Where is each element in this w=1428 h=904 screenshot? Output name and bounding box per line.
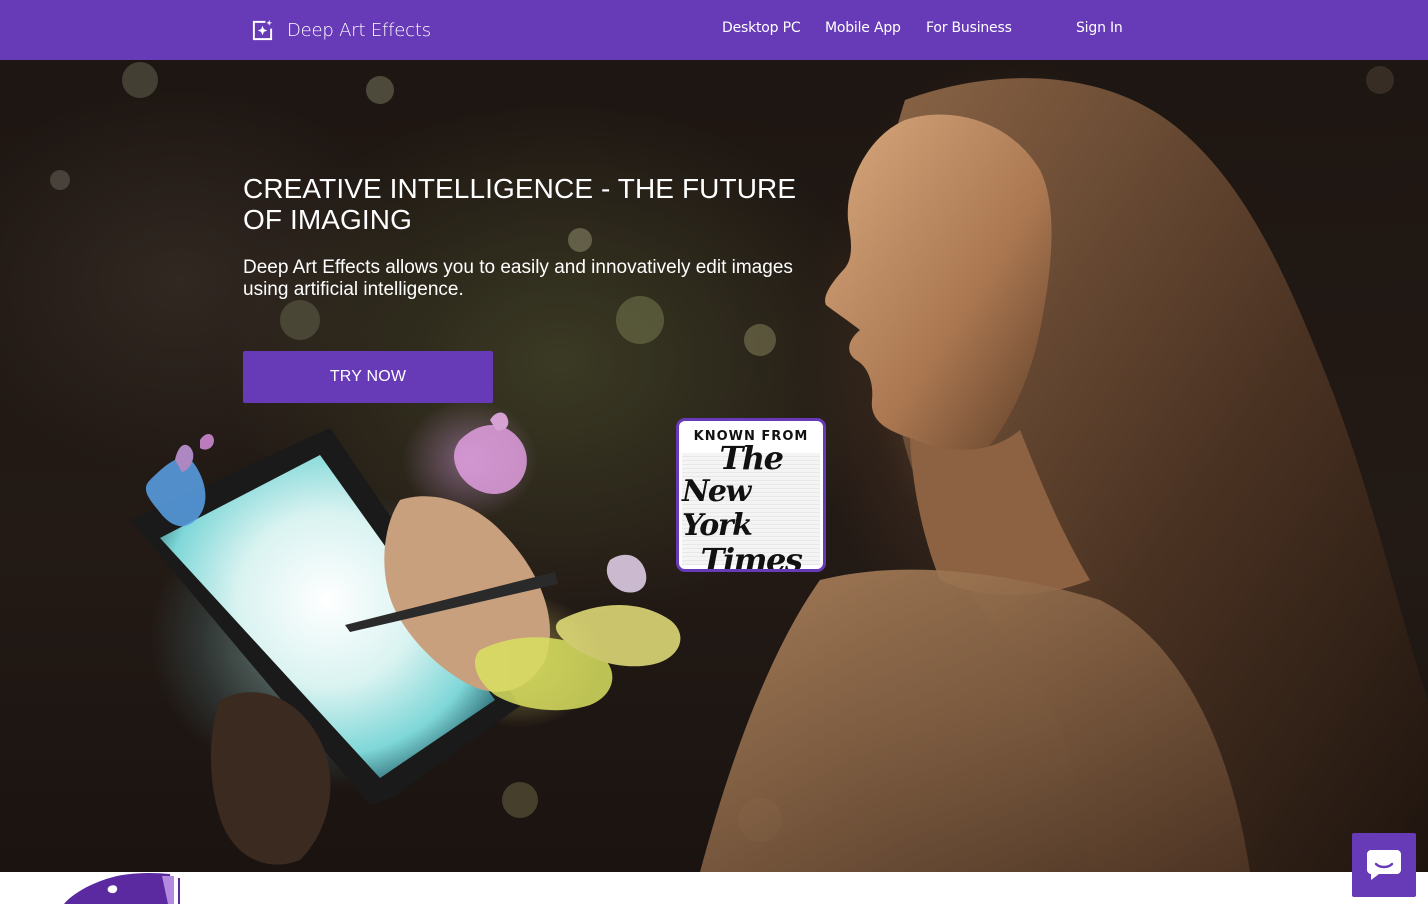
nyt-logo-line-3: Times bbox=[700, 541, 803, 572]
hero-section: CREATIVE INTELLIGENCE - THE FUTURE OF IM… bbox=[0, 60, 1428, 872]
hero-subtitle: Deep Art Effects allows you to easily an… bbox=[243, 257, 793, 300]
features-section bbox=[0, 872, 1428, 904]
nav-link-desktop-pc[interactable]: Desktop PC bbox=[722, 20, 801, 36]
brand-logo-link[interactable]: Deep Art Effects bbox=[251, 18, 431, 43]
try-now-button[interactable]: TRY NOW bbox=[243, 351, 493, 403]
nav-link-mobile-app[interactable]: Mobile App bbox=[825, 20, 901, 36]
brand-name: Deep Art Effects bbox=[287, 20, 431, 41]
top-navigation-bar: Deep Art Effects Desktop PC Mobile App F… bbox=[0, 0, 1428, 60]
sign-in-link[interactable]: Sign In bbox=[1076, 20, 1123, 36]
hero-title: CREATIVE INTELLIGENCE - THE FUTURE OF IM… bbox=[243, 173, 797, 235]
rocket-illustration-icon bbox=[64, 872, 180, 904]
sparkle-frame-icon bbox=[252, 19, 273, 41]
nyt-logo-line-1: The bbox=[719, 439, 784, 477]
chat-bubble-icon bbox=[1367, 850, 1401, 880]
press-badge-nyt[interactable]: KNOWN FROM The New York Times bbox=[676, 418, 826, 572]
nav-link-for-business[interactable]: For Business bbox=[926, 20, 1012, 36]
chat-widget-button[interactable] bbox=[1352, 833, 1416, 897]
nyt-logo-line-2: New York bbox=[682, 474, 753, 543]
nyt-logo: The New York Times bbox=[682, 441, 820, 569]
